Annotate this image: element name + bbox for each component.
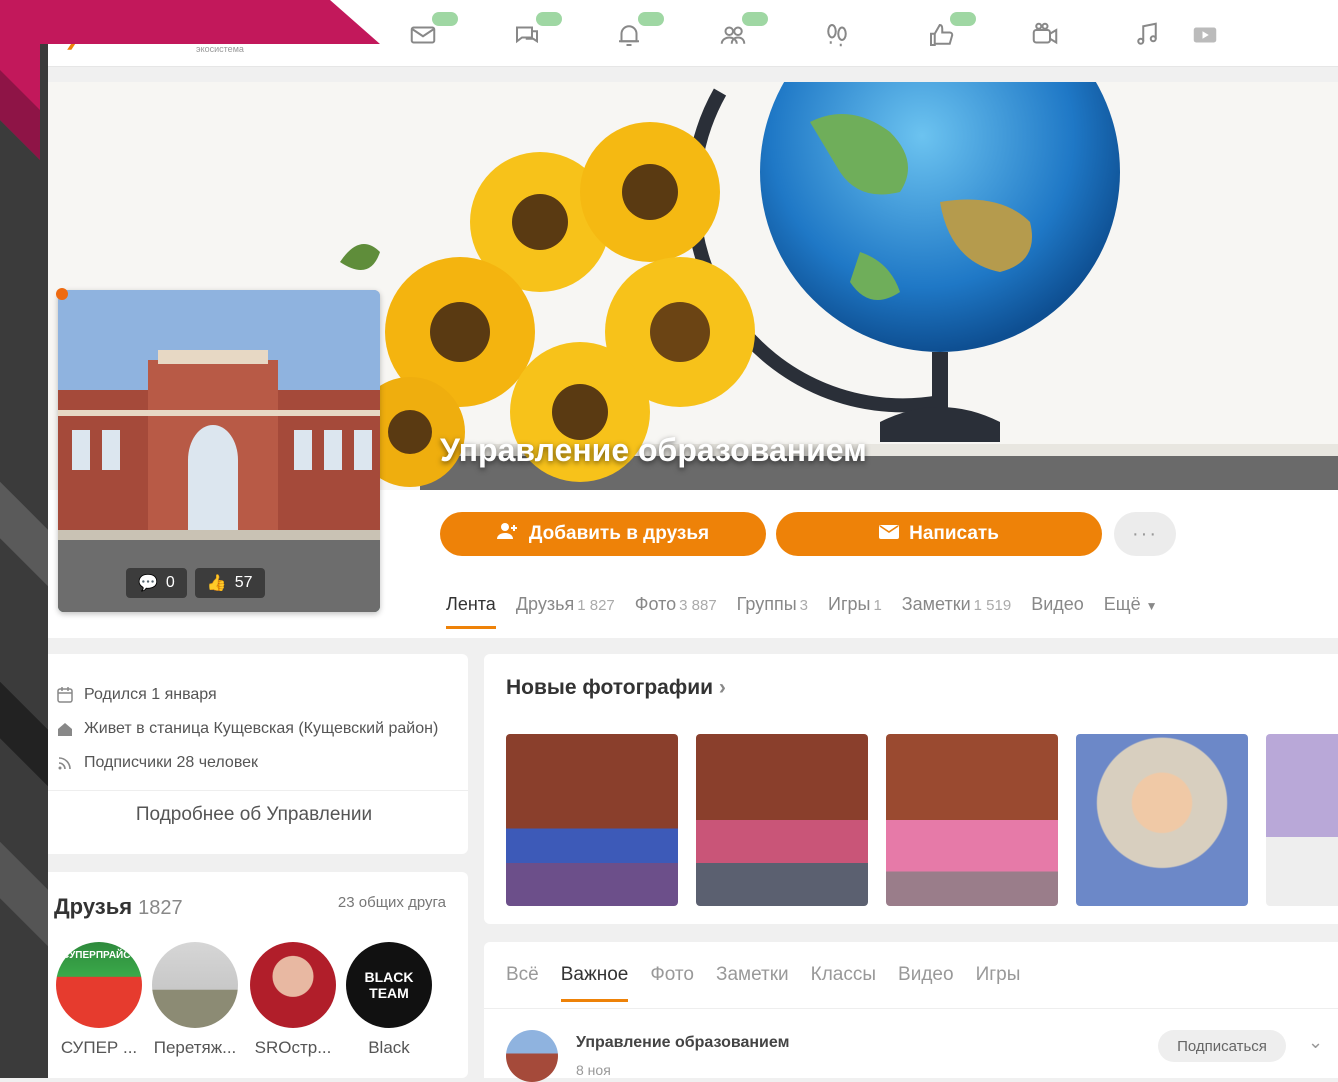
chevron-down-icon: ▼ xyxy=(1145,599,1158,613)
friend-item[interactable]: Перетяж... xyxy=(150,942,240,1058)
photo-thumb[interactable] xyxy=(696,734,868,906)
post-author-name[interactable]: Управление образованием xyxy=(576,1034,789,1052)
discussions-nav-icon[interactable] xyxy=(510,12,562,52)
friends-heading[interactable]: Друзья 1827 xyxy=(54,894,183,920)
tab-notes[interactable]: Заметки 1 519 xyxy=(902,594,1011,615)
nav-badge xyxy=(638,12,664,26)
friend-avatar: СУПЕРПРАЙС xyxy=(56,942,142,1028)
envelope-icon xyxy=(879,523,900,545)
info-lives: Живет в станица Кущевская (Кущевский рай… xyxy=(56,720,438,738)
nav-badge xyxy=(742,12,768,26)
about-panel: Родился 1 января Живет в станица Кущевск… xyxy=(40,654,468,854)
friend-item[interactable]: SROстр... xyxy=(248,942,338,1058)
feed-tab-classes[interactable]: Классы xyxy=(811,964,876,986)
tab-groups-count: 3 xyxy=(799,597,808,614)
add-user-icon xyxy=(496,522,519,546)
feed-tab-video[interactable]: Видео xyxy=(898,964,954,986)
decorative-frame-left xyxy=(0,0,48,1078)
calendar-icon xyxy=(57,687,73,703)
black-team-logo-text: BLACK TEAM xyxy=(364,969,414,1001)
likes-thumb-icon[interactable] xyxy=(924,12,976,52)
more-actions-button[interactable]: ··· xyxy=(1114,512,1176,556)
brand-subtitle: экосистема xyxy=(196,44,244,54)
comments-count: 0 xyxy=(165,574,175,591)
nav-badge xyxy=(950,12,976,26)
feed-tab-photo[interactable]: Фото xyxy=(650,964,694,986)
tab-video[interactable]: Видео xyxy=(1031,594,1084,615)
avatar-building-photo xyxy=(58,290,380,612)
friend-avatar: BLACK TEAM xyxy=(346,942,432,1028)
tab-games-count: 1 xyxy=(873,597,882,614)
profile-title: Управление образованием xyxy=(440,432,867,468)
friend-item[interactable]: BLACK TEAM Black xyxy=(344,942,434,1058)
nav-badge xyxy=(536,12,562,26)
post-date: 8 ноя xyxy=(576,1062,611,1078)
tab-photos-count: 3 887 xyxy=(679,597,717,614)
ok-logo-icon: ꭗ xyxy=(72,16,88,49)
tab-more[interactable]: Ещё ▼ xyxy=(1104,594,1158,615)
comment-icon: 💬 xyxy=(138,575,158,592)
tab-games[interactable]: Игры 1 xyxy=(828,594,882,615)
feed-panel: Всё Важное Фото Заметки Классы Видео Игр… xyxy=(484,942,1338,1082)
profile-avatar[interactable]: 💬 0 👍 57 xyxy=(58,290,380,612)
add-friend-button[interactable]: Добавить в друзья xyxy=(440,512,766,556)
tab-photos[interactable]: Фото 3 887 xyxy=(635,594,717,615)
friend-avatar xyxy=(152,942,238,1028)
friends-panel: Друзья 1827 23 общих друга СУПЕРПРАЙС СУП… xyxy=(40,872,468,1078)
comments-chip[interactable]: 💬 0 xyxy=(126,568,187,598)
info-born: Родился 1 января xyxy=(56,686,217,704)
home-icon xyxy=(58,723,72,736)
tab-friends-count: 1 827 xyxy=(577,597,615,614)
tab-friends[interactable]: Друзья 1 827 xyxy=(516,594,615,615)
nav-badge xyxy=(432,12,458,26)
avatar-stats: 💬 0 👍 57 xyxy=(126,568,265,598)
friend-avatar xyxy=(250,942,336,1028)
online-indicator xyxy=(56,288,68,300)
profile-tabs: Лента Друзья 1 827 Фото 3 887 Группы 3 Игры… xyxy=(446,594,1158,629)
brand-name: одноклассники xyxy=(93,18,253,40)
feed-tab-important[interactable]: Важное xyxy=(560,964,628,1002)
video-play-icon[interactable] xyxy=(1188,18,1222,52)
friend-item[interactable]: СУПЕРПРАЙС СУПЕР ... xyxy=(54,942,144,1058)
subscribe-button[interactable]: Подписаться xyxy=(1158,1030,1286,1062)
mutual-friends-link[interactable]: 23 общих друга xyxy=(338,894,446,911)
tab-groups[interactable]: Группы 3 xyxy=(737,594,808,615)
ok-logo[interactable]: ꭗ одноклассники экосистема xyxy=(72,16,253,55)
video-camera-icon[interactable] xyxy=(1028,18,1062,52)
thumb-up-icon: 👍 xyxy=(206,575,227,592)
tab-feed[interactable]: Лента xyxy=(446,594,496,629)
top-navbar: ꭗ одноклассники экосистема xyxy=(40,0,1338,67)
friends-nav-icon[interactable] xyxy=(716,12,768,52)
post-author-avatar[interactable] xyxy=(506,1030,558,1082)
new-photos-panel: Новые фотографии › xyxy=(484,654,1338,924)
write-message-button[interactable]: Написать xyxy=(776,512,1102,556)
photo-thumb[interactable] xyxy=(886,734,1058,906)
photo-thumb[interactable] xyxy=(1266,734,1338,906)
feed-tabs: Всё Важное Фото Заметки Классы Видео Игр… xyxy=(506,964,1021,1002)
tab-notes-count: 1 519 xyxy=(973,597,1012,614)
likes-chip[interactable]: 👍 57 xyxy=(194,568,265,598)
feed-tab-notes[interactable]: Заметки xyxy=(716,964,789,986)
feed-tab-all[interactable]: Всё xyxy=(506,964,539,986)
superprice-logo-text: СУПЕРПРАЙС xyxy=(62,950,131,961)
friends-count: 1827 xyxy=(138,897,183,919)
guests-footprints-icon[interactable] xyxy=(820,18,854,52)
music-icon[interactable] xyxy=(1130,18,1164,52)
write-label: Написать xyxy=(909,523,999,544)
about-more-link[interactable]: Подробнее об Управлении xyxy=(40,804,468,826)
chevron-down-icon[interactable]: ⌄ xyxy=(1308,1032,1323,1053)
feed-tab-games[interactable]: Игры xyxy=(976,964,1021,986)
chevron-right-icon: › xyxy=(718,676,726,699)
photo-thumb[interactable] xyxy=(1076,734,1248,906)
info-subscribers: Подписчики 28 человек xyxy=(56,754,258,772)
add-friend-label: Добавить в друзья xyxy=(528,523,710,544)
photo-thumb[interactable] xyxy=(506,734,678,906)
messages-nav-icon[interactable] xyxy=(406,12,458,52)
notifications-bell-icon[interactable] xyxy=(612,12,664,52)
likes-count: 57 xyxy=(234,574,253,591)
rss-icon xyxy=(58,757,71,770)
new-photos-heading[interactable]: Новые фотографии › xyxy=(506,676,726,700)
